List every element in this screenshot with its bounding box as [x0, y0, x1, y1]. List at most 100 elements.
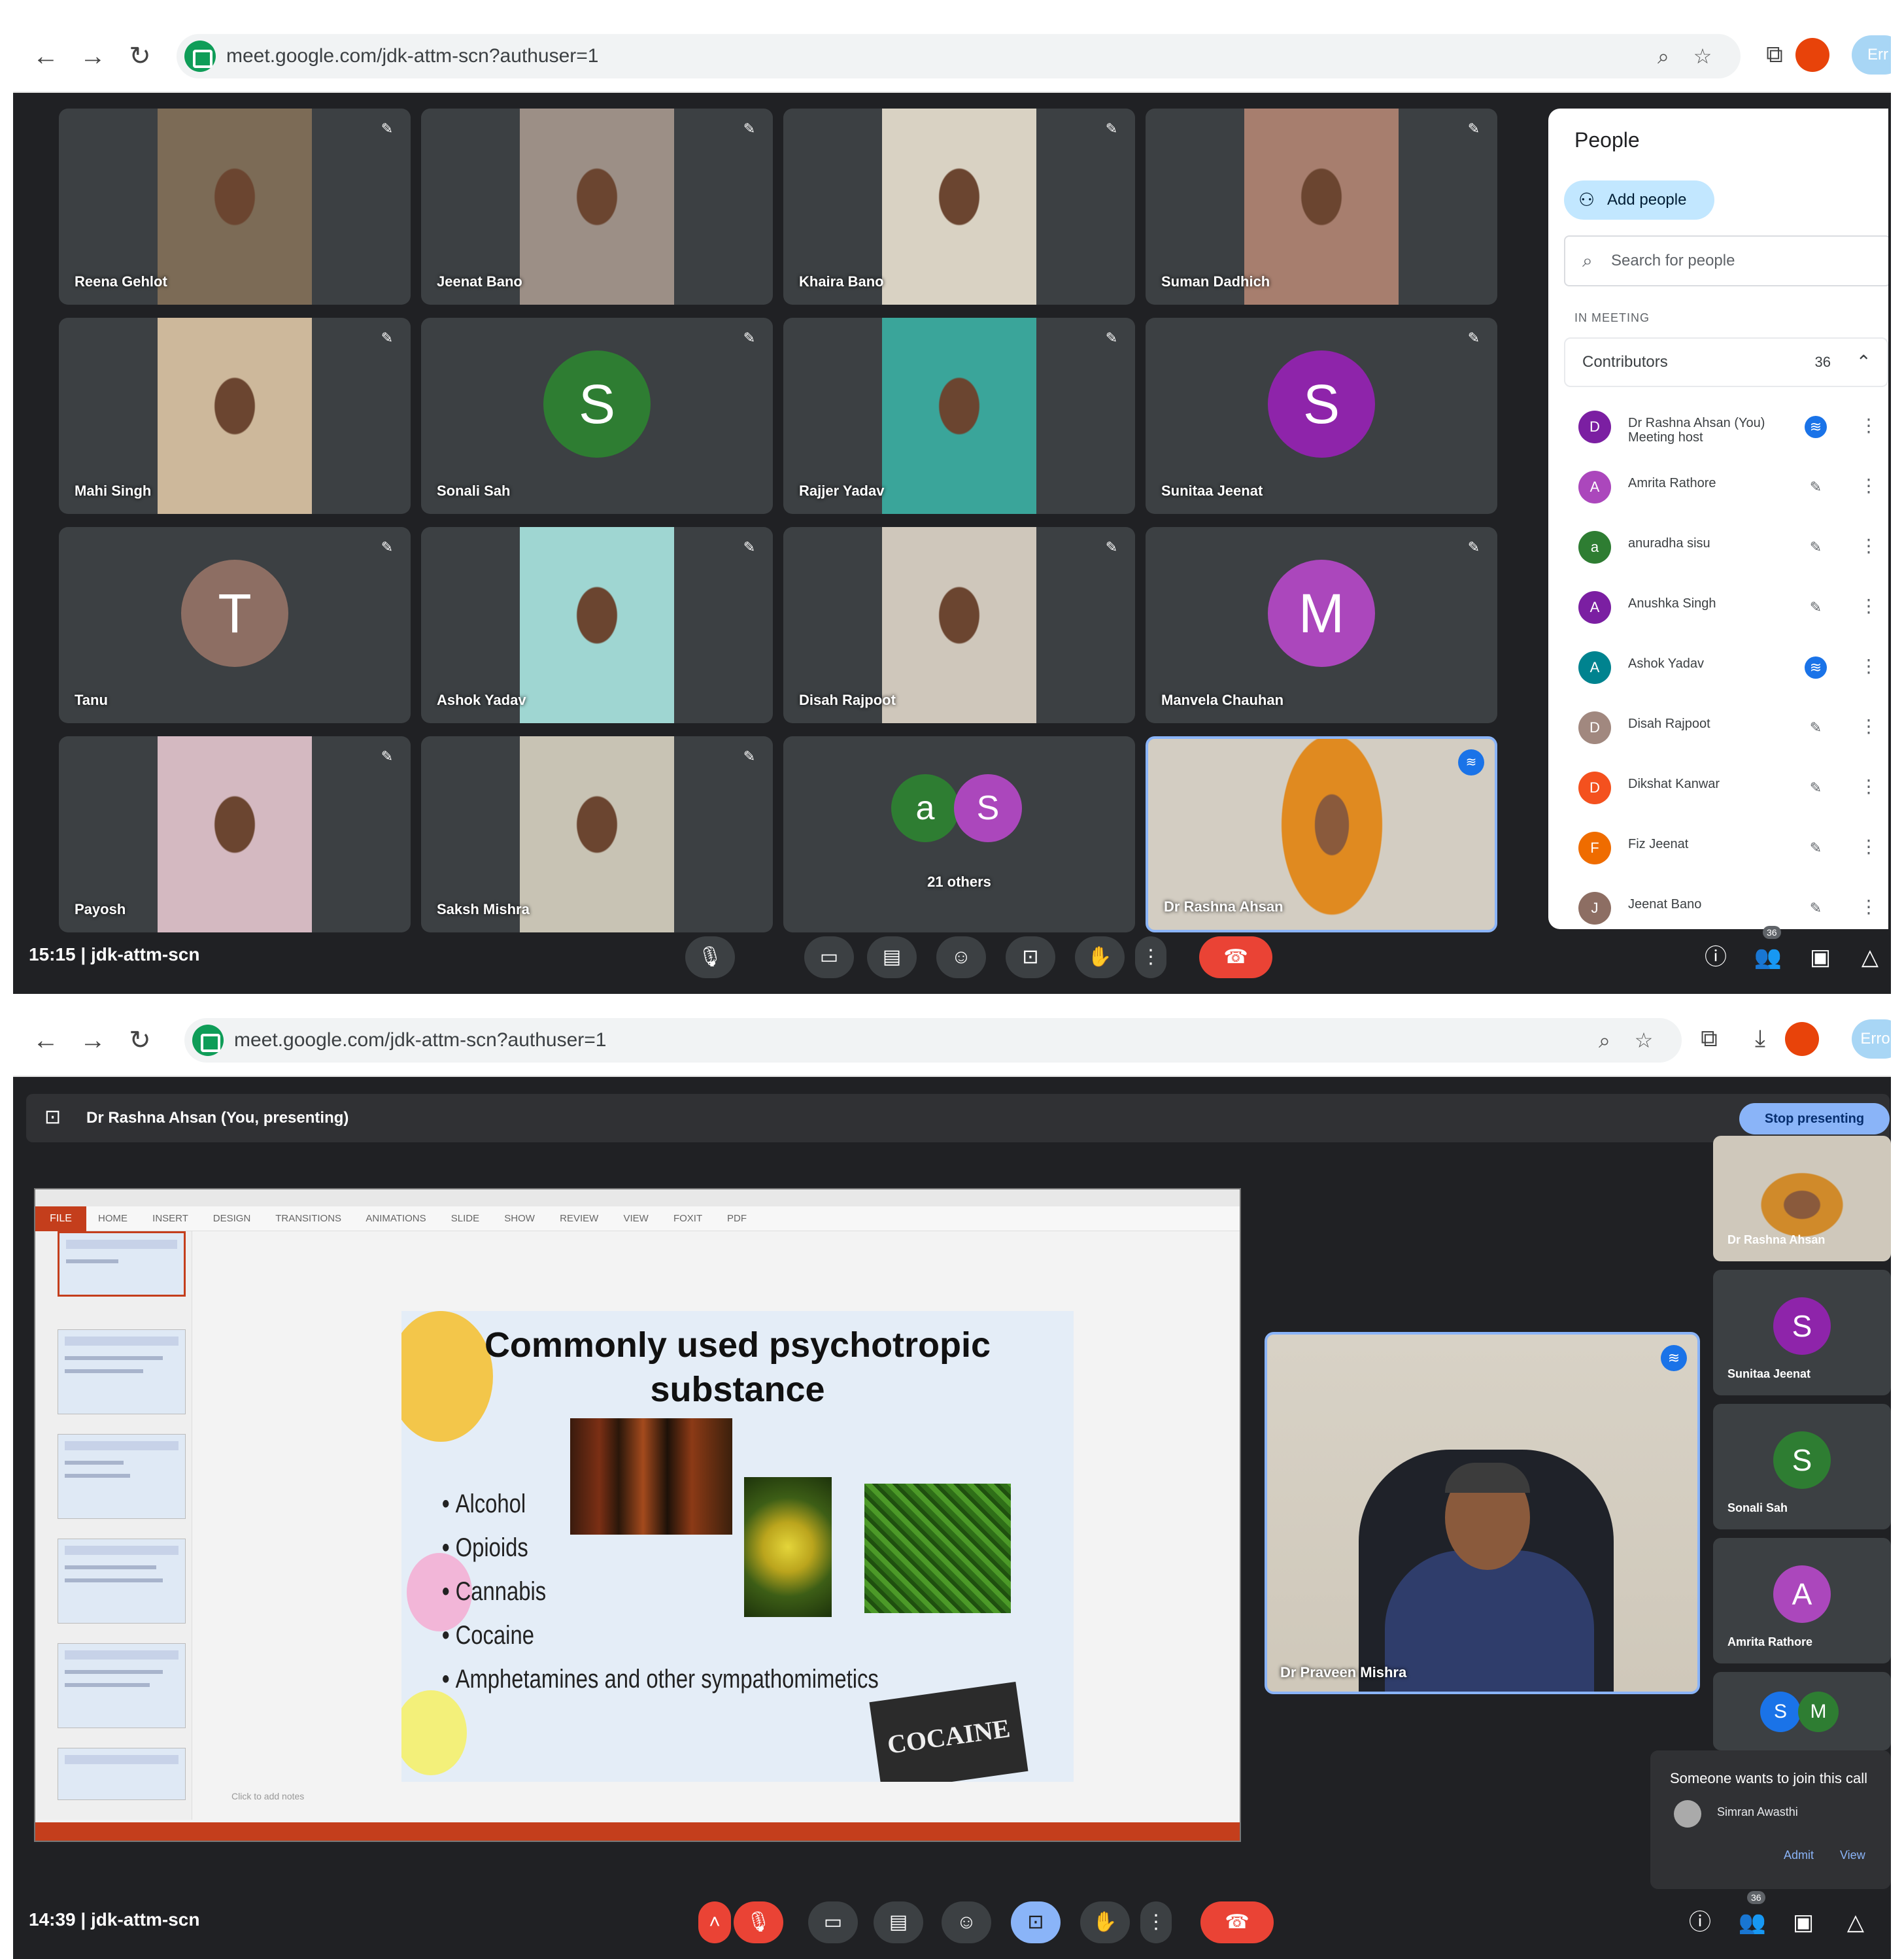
- ppt-ribbon-tabs[interactable]: HOME INSERT DESIGN TRANSITIONS ANIMATION…: [98, 1206, 747, 1231]
- error-chip[interactable]: Err: [1852, 35, 1891, 75]
- ppt-file-tab[interactable]: FILE: [35, 1206, 86, 1231]
- participant-tile[interactable]: Rajjer Yadav ✎: [783, 318, 1135, 514]
- slide-thumbnail[interactable]: [58, 1329, 186, 1414]
- mic-off-icon[interactable]: ✎: [1805, 717, 1827, 739]
- participant-row[interactable]: F Fiz Jeenat ✎ ⋮: [1578, 824, 1886, 871]
- present-button[interactable]: ⊡: [1011, 1901, 1061, 1943]
- mic-off-icon[interactable]: ✎: [1805, 476, 1827, 498]
- camera-button[interactable]: ▭: [804, 936, 854, 978]
- participant-tile[interactable]: Suman Dadhich ✎: [1146, 109, 1497, 305]
- participant-tile[interactable]: Saksh Mishra ✎: [421, 736, 773, 932]
- participant-tile[interactable]: Reena Gehlot ✎: [59, 109, 411, 305]
- participant-row[interactable]: A Ashok Yadav ≋ ⋮: [1578, 643, 1886, 690]
- download-icon[interactable]: ⤓: [1744, 1025, 1776, 1053]
- participant-tile[interactable]: T Tanu ✎: [59, 527, 411, 723]
- slide-thumbnail[interactable]: [58, 1231, 186, 1297]
- profile-avatar[interactable]: [1795, 38, 1829, 72]
- extensions-icon[interactable]: ⧉: [1759, 41, 1790, 69]
- more-vert-icon[interactable]: ⋮: [1860, 836, 1878, 857]
- mic-off-icon[interactable]: ✎: [1805, 777, 1827, 799]
- mic-off-icon[interactable]: ✎: [1805, 596, 1827, 619]
- reload-icon[interactable]: ↻: [123, 39, 157, 73]
- present-button[interactable]: ⊡: [1006, 936, 1055, 978]
- slide-thumbnail[interactable]: [58, 1539, 186, 1624]
- camera-button[interactable]: ▭: [808, 1901, 858, 1943]
- side-participant-tile[interactable]: S Sonali Sah: [1713, 1404, 1891, 1529]
- participant-tile[interactable]: S Sonali Sah ✎: [421, 318, 773, 514]
- participant-tile[interactable]: Khaira Bano ✎: [783, 109, 1135, 305]
- participant-row[interactable]: D Dr Rashna Ahsan (You) Meeting host ≋ ⋮: [1578, 403, 1886, 450]
- back-icon[interactable]: ←: [29, 39, 63, 73]
- others-tile[interactable]: SM: [1713, 1672, 1891, 1750]
- participant-tile[interactable]: M Manvela Chauhan ✎: [1146, 527, 1497, 723]
- bookmark-star-icon[interactable]: ☆: [1629, 1026, 1658, 1055]
- more-vert-icon[interactable]: ⋮: [1860, 655, 1878, 677]
- stop-presenting-button[interactable]: Stop presenting: [1739, 1103, 1890, 1134]
- admit-button[interactable]: Admit: [1784, 1848, 1814, 1862]
- emoji-button[interactable]: ☺: [936, 936, 986, 978]
- participant-tile[interactable]: Ashok Yadav ✎: [421, 527, 773, 723]
- notes-placeholder[interactable]: Click to add notes: [231, 1791, 304, 1801]
- activities-icon[interactable]: △: [1840, 1907, 1871, 1938]
- info-icon[interactable]: ⓘ: [1684, 1907, 1716, 1938]
- leave-call-button[interactable]: ☎: [1200, 1901, 1274, 1943]
- forward-icon[interactable]: →: [76, 39, 110, 73]
- profile-avatar[interactable]: [1785, 1022, 1819, 1056]
- slide-thumbnail[interactable]: [58, 1643, 186, 1728]
- info-icon[interactable]: ⓘ: [1700, 942, 1731, 973]
- people-icon[interactable]: 👥: [1752, 942, 1784, 973]
- more-vert-icon[interactable]: ⋮: [1860, 595, 1878, 617]
- raise-hand-button[interactable]: ✋: [1075, 936, 1125, 978]
- participant-tile[interactable]: a S 21 others: [783, 736, 1135, 932]
- side-participant-tile[interactable]: S Sunitaa Jeenat: [1713, 1270, 1891, 1395]
- slide-thumbnail[interactable]: [58, 1748, 186, 1800]
- forward-icon[interactable]: →: [76, 1023, 110, 1057]
- back-icon[interactable]: ←: [29, 1023, 63, 1057]
- participant-row[interactable]: a anuradha sisu ✎ ⋮: [1578, 523, 1886, 570]
- view-button[interactable]: View: [1840, 1848, 1865, 1862]
- error-chip[interactable]: Error: [1852, 1019, 1891, 1059]
- more-options-button[interactable]: ⋮: [1140, 1901, 1172, 1943]
- captions-button[interactable]: ▤: [874, 1901, 923, 1943]
- chat-icon[interactable]: ▣: [1805, 942, 1836, 973]
- more-vert-icon[interactable]: ⋮: [1860, 715, 1878, 737]
- zoom-icon[interactable]: ⌕: [1590, 1026, 1619, 1055]
- participant-tile[interactable]: Payosh ✎: [59, 736, 411, 932]
- slide-thumbnail[interactable]: [58, 1434, 186, 1519]
- extensions-icon[interactable]: ⧉: [1693, 1025, 1725, 1053]
- people-search-input[interactable]: ⌕ Search for people: [1564, 235, 1888, 286]
- participant-tile[interactable]: Disah Rajpoot ✎: [783, 527, 1135, 723]
- zoom-icon[interactable]: ⌕: [1649, 42, 1678, 71]
- side-participant-tile[interactable]: Dr Rashna Ahsan: [1713, 1136, 1891, 1261]
- participant-tile[interactable]: Jeenat Bano ✎: [421, 109, 773, 305]
- participant-tile[interactable]: S Sunitaa Jeenat ✎: [1146, 318, 1497, 514]
- mic-options-button[interactable]: ˄: [698, 1901, 731, 1943]
- bookmark-star-icon[interactable]: ☆: [1688, 42, 1717, 71]
- more-vert-icon[interactable]: ⋮: [1860, 896, 1878, 917]
- reload-icon[interactable]: ↻: [123, 1023, 157, 1057]
- mic-button[interactable]: 🎙: [685, 936, 735, 978]
- side-participant-tile[interactable]: A Amrita Rathore: [1713, 1538, 1891, 1663]
- emoji-button[interactable]: ☺: [942, 1901, 991, 1943]
- address-bar[interactable]: meet.google.com/jdk-attm-scn?authuser=1 …: [184, 1018, 1682, 1063]
- mic-off-icon[interactable]: ✎: [1805, 536, 1827, 558]
- activities-icon[interactable]: △: [1854, 942, 1886, 973]
- active-speaker-tile[interactable]: ≋ Dr Praveen Mishra: [1265, 1332, 1700, 1694]
- more-vert-icon[interactable]: ⋮: [1860, 775, 1878, 797]
- participant-row[interactable]: D Dikshat Kanwar ✎ ⋮: [1578, 764, 1886, 811]
- participant-row[interactable]: A Amrita Rathore ✎ ⋮: [1578, 463, 1886, 510]
- mic-button[interactable]: 🎙: [734, 1901, 783, 1943]
- more-vert-icon[interactable]: ⋮: [1860, 475, 1878, 496]
- people-icon[interactable]: 👥: [1737, 1907, 1768, 1938]
- participant-row[interactable]: A Anushka Singh ✎ ⋮: [1578, 583, 1886, 630]
- captions-button[interactable]: ▤: [867, 936, 917, 978]
- participant-tile[interactable]: ≋ Dr Rashna Ahsan: [1146, 736, 1497, 932]
- add-people-button[interactable]: ⚇ Add people: [1564, 180, 1714, 220]
- leave-call-button[interactable]: ☎: [1199, 936, 1272, 978]
- more-options-button[interactable]: ⋮: [1135, 936, 1166, 978]
- more-vert-icon[interactable]: ⋮: [1860, 535, 1878, 556]
- participant-row[interactable]: D Disah Rajpoot ✎ ⋮: [1578, 704, 1886, 751]
- raise-hand-button[interactable]: ✋: [1080, 1901, 1130, 1943]
- contributors-group[interactable]: Contributors 36 ⌃: [1564, 337, 1888, 387]
- more-vert-icon[interactable]: ⋮: [1860, 415, 1878, 436]
